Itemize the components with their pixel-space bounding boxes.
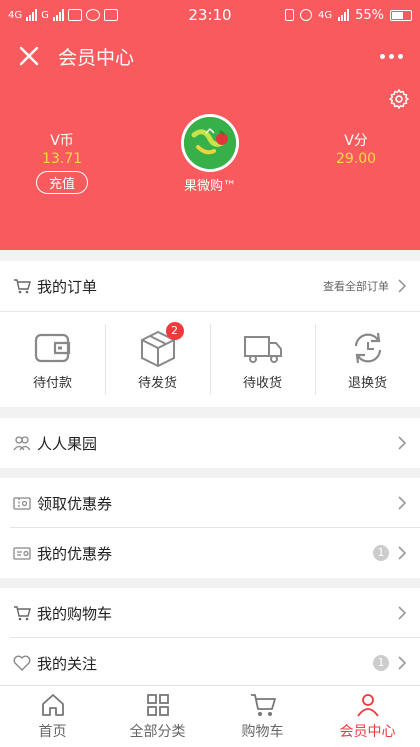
tab-member[interactable]: 会员中心 [315,686,420,747]
cart-label: 我的购物车 [37,604,113,623]
settings-button[interactable] [388,88,412,112]
tab-label: 会员中心 [339,724,396,740]
order-label: 待发货 [137,376,177,391]
store-name: 果微购™ [183,179,236,194]
signal-icon-2 [52,9,64,21]
get-coupons-row[interactable]: 领取优惠券 [0,478,420,528]
gear-icon [389,89,409,109]
chevron-right-icon [398,436,407,450]
tab-label: 购物车 [241,724,284,740]
heart-icon [13,654,31,672]
more-button[interactable] [376,44,406,68]
order-status-grid: 待付款 2 待发货 待收货 退换货 [0,311,420,407]
wallet-icon [34,333,70,363]
chevron-right-icon [398,606,407,620]
close-icon [19,46,39,66]
network-type-right: 4G [317,9,333,21]
tab-cart[interactable]: 购物车 [210,686,315,747]
box-icon-wrap: 2 [138,322,184,368]
my-coupons-row[interactable]: 我的优惠券 1 [0,528,420,578]
fruit-logo-icon [184,117,236,169]
member-header: 会员中心 V币 13.71 充值 果微购™ V分 29.00 [0,30,420,250]
store-logo [184,117,236,169]
chevron-right-icon [398,496,407,510]
order-label: 待收货 [242,376,282,391]
battery-icon [390,9,412,21]
vpoints-label: V分 [344,133,368,149]
people-icon [13,434,31,452]
orchard-label: 人人果园 [37,434,98,453]
orchard-section: 人人果园 [0,418,420,468]
shipment-badge: 2 [165,322,184,340]
close-button[interactable] [14,41,44,71]
orders-section: 我的订单 查看全部订单 待付款 2 待发货 待收货 退换货 [0,261,420,407]
order-returns[interactable]: 退换货 [315,312,420,407]
profile-area: V币 13.71 充值 果微购™ V分 29.00 [0,112,420,232]
get-coupons-label: 领取优惠券 [37,494,113,513]
follow-label: 我的关注 [37,654,98,673]
user-icon [356,694,379,717]
status-bar: 4G G 23:10 4G 55% [0,0,420,30]
orders-header-row[interactable]: 我的订单 查看全部订单 [0,261,420,311]
vibrate-icon [284,9,294,21]
more-dot [388,53,394,59]
my-coupons-label: 我的优惠券 [37,544,113,563]
app-icon [103,9,118,21]
more-dot [397,53,403,59]
home-icon [41,694,64,716]
vpoints-stat: V分 29.00 [306,130,406,167]
orchard-row[interactable]: 人人果园 [0,418,420,468]
store-avatar[interactable] [181,114,239,172]
cart-row[interactable]: 我的购物车 [0,588,420,638]
vcoin-value: 13.71 [41,151,83,167]
order-label: 退换货 [347,376,387,391]
chevron-right-icon [398,546,407,560]
truck-icon [243,336,282,363]
bottom-tab-bar: 首页 全部分类 购物车 会员中心 [0,685,420,747]
chevron-right-icon [398,656,407,670]
tab-label: 全部分类 [129,724,186,740]
page-title: 会员中心 [58,46,135,69]
count-badge: 1 [373,545,389,561]
refresh-icon [354,332,381,364]
signal-icon-right [338,9,350,21]
tab-categories[interactable]: 全部分类 [105,686,210,747]
vcoin-label: V币 [50,133,74,149]
vcoin-stat: V币 13.71 充值 [12,130,112,194]
tab-label: 首页 [38,724,67,740]
vpoints-value: 29.00 [335,151,377,167]
order-pending-shipment[interactable]: 2 待发货 [105,312,210,407]
chevron-right-icon [398,279,407,293]
order-label: 待付款 [32,376,72,391]
follow-row[interactable]: 我的关注 1 [0,638,420,688]
tab-home[interactable]: 首页 [0,686,105,747]
more-dot [379,53,385,59]
view-all-orders-link[interactable]: 查看全部订单 [323,278,389,294]
network-type: 4G [8,9,23,21]
shopping-section: 我的购物车 我的关注 1 [0,588,420,688]
order-pending-receipt[interactable]: 待收货 [210,312,315,407]
wechat-icon [85,9,100,21]
mail-icon [67,9,82,21]
coupons-section: 领取优惠券 我的优惠券 1 [0,478,420,578]
cart-icon [250,694,276,716]
cart-icon [13,604,31,622]
recharge-button[interactable]: 充值 [35,171,88,194]
signal-icon [26,9,38,21]
battery-percent: 55% [355,7,384,23]
count-badge: 1 [373,655,389,671]
network-type-2: G [41,9,49,21]
coupon-claim-icon [13,494,31,512]
order-pending-payment[interactable]: 待付款 [0,312,105,407]
nav-bar: 会员中心 [0,30,420,82]
grid-icon [146,694,169,716]
alarm-icon [299,9,312,21]
cart-icon [13,277,31,295]
orders-title: 我的订单 [37,277,98,296]
coupon-icon [13,544,31,562]
